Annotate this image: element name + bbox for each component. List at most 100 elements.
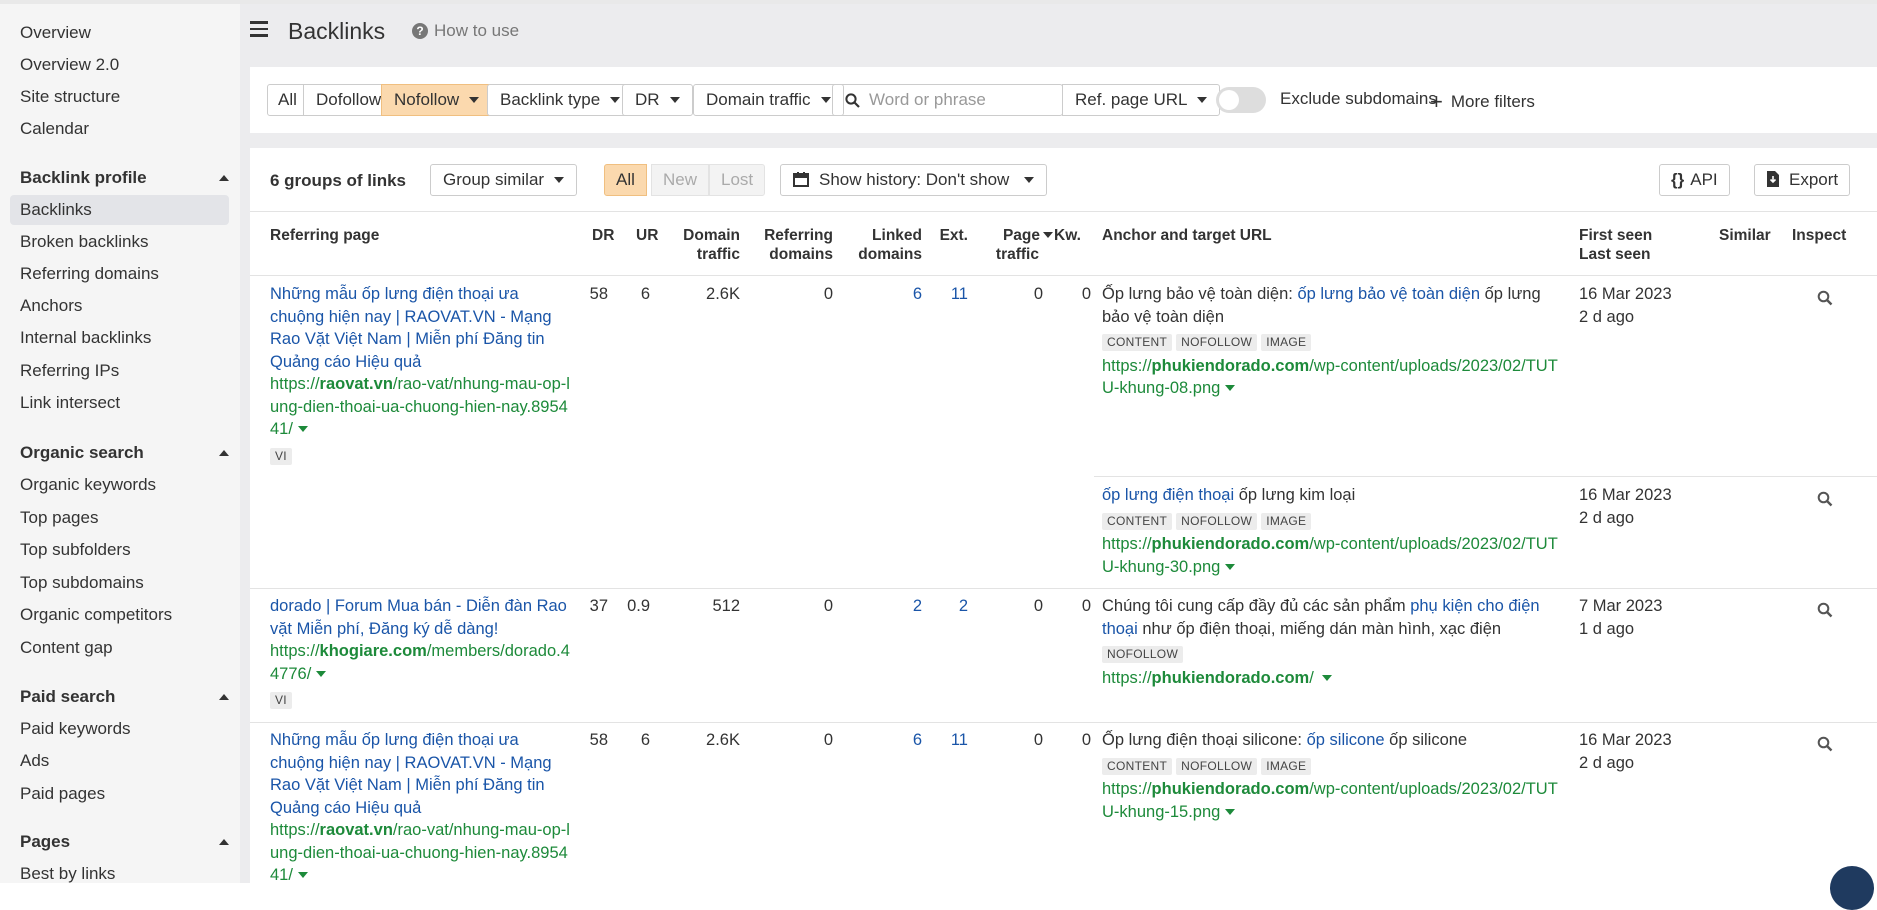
groups-count: 6 groups of links [270, 171, 407, 190]
tab-all[interactable]: All [604, 164, 647, 196]
sidebar-item-overview-2[interactable]: Overview 2.0 [10, 50, 229, 80]
filter-nofollow-dropdown[interactable]: Nofollow [381, 84, 493, 116]
sidebar-item-organic-keywords[interactable]: Organic keywords [10, 470, 229, 500]
chevron-down-icon[interactable] [1225, 563, 1236, 570]
table-row: Những mẫu ốp lưng điện thoại ưa chuộng h… [270, 283, 570, 466]
inspect-search-icon[interactable] [1817, 290, 1833, 306]
col-linked-domains[interactable]: Linked domains [830, 226, 922, 264]
menu-icon[interactable] [250, 21, 268, 37]
anchor-link[interactable]: ốp silicone [1307, 731, 1385, 749]
sidebar: Overview Overview 2.0 Site structure Cal… [0, 4, 240, 883]
chevron-down-icon[interactable] [297, 426, 308, 432]
sidebar-item-referring-ips[interactable]: Referring IPs [10, 356, 229, 386]
referring-page-title[interactable]: Những mẫu ốp lưng điện thoại ưa chuộng h… [270, 283, 570, 373]
domain-traffic-value: 2.6K [706, 285, 740, 303]
col-anchor[interactable]: Anchor and target URL [1102, 226, 1272, 245]
col-ur[interactable]: UR [636, 226, 658, 245]
sidebar-item-calendar[interactable]: Calendar [10, 114, 229, 144]
col-ext[interactable]: Ext. [920, 226, 968, 245]
referring-page-title[interactable]: Những mẫu ốp lưng điện thoại ưa chuộng h… [270, 729, 570, 819]
sidebar-item-paid-keywords[interactable]: Paid keywords [10, 714, 229, 744]
col-referring-page[interactable]: Referring page [270, 226, 379, 245]
how-to-use-link[interactable]: ? How to use [412, 21, 519, 41]
group-similar-dropdown[interactable]: Group similar [430, 164, 578, 196]
chat-widget-button[interactable] [1830, 866, 1874, 910]
ref-page-url-dropdown[interactable]: Ref. page URL [1062, 84, 1221, 116]
ur-value: 6 [640, 285, 650, 303]
col-first-seen: First seen [1579, 227, 1653, 244]
seen-cell: 16 Mar 2023 2 d ago [1579, 283, 1672, 328]
col-domain-traffic[interactable]: Domain traffic [660, 226, 740, 264]
domain-traffic-dropdown[interactable]: Domain traffic [693, 84, 844, 116]
sidebar-item-top-subfolders[interactable]: Top subfolders [10, 535, 229, 565]
export-button[interactable]: Export [1754, 164, 1851, 196]
referring-page-url[interactable]: https://raovat.vn/rao-vat/nhung-mau-op-l… [270, 373, 570, 441]
target-url[interactable]: https://phukiendorado.com/ [1102, 667, 1542, 690]
tab-new[interactable]: New [651, 164, 710, 196]
sidebar-item-site-structure[interactable]: Site structure [10, 82, 229, 112]
anchor-link[interactable]: ốp lưng điện thoại [1102, 486, 1234, 504]
show-history-dropdown[interactable]: Show history: Don't show [780, 164, 1048, 196]
sidebar-item-organic-competitors[interactable]: Organic competitors [10, 600, 229, 630]
search-input[interactable]: Word or phrase [832, 84, 1063, 116]
section-backlink-profile[interactable]: Backlink profile [20, 163, 229, 193]
col-first-last-seen[interactable]: First seen Last seen [1579, 226, 1652, 264]
sidebar-item-anchors[interactable]: Anchors [10, 291, 229, 321]
referring-page-url[interactable]: https://raovat.vn/rao-vat/nhung-mau-op-l… [270, 819, 570, 887]
inspect-search-icon[interactable] [1817, 602, 1833, 618]
inspect-search-icon[interactable] [1817, 491, 1833, 507]
sidebar-item-referring-domains[interactable]: Referring domains [10, 259, 229, 289]
col-similar[interactable]: Similar [1719, 226, 1771, 245]
tab-lost[interactable]: Lost [709, 164, 766, 196]
sidebar-item-link-intersect[interactable]: Link intersect [10, 388, 229, 418]
language-badge: VI [270, 692, 292, 709]
col-page-traffic[interactable]: Page traffic [993, 226, 1053, 264]
sidebar-item-top-subdomains[interactable]: Top subdomains [10, 568, 229, 598]
ext-value[interactable]: 2 [920, 595, 968, 618]
sidebar-item-paid-pages[interactable]: Paid pages [10, 779, 229, 809]
page-traffic-value: 0 [1033, 597, 1043, 615]
col-referring-domains[interactable]: Referring domains [730, 226, 833, 264]
chevron-down-icon[interactable] [316, 670, 327, 677]
url-domain: raovat.vn [319, 375, 393, 393]
anchor-cell: Ốp lưng điện thoại silicone: ốp silicone… [1102, 729, 1567, 823]
referring-page-url[interactable]: https://khogiare.com/members/dorado.4477… [270, 640, 570, 685]
inspect-search-icon[interactable] [1817, 736, 1833, 752]
tag-badge: NOFOLLOW [1176, 757, 1258, 775]
section-organic-search[interactable]: Organic search [20, 438, 229, 468]
ext-value[interactable]: 11 [920, 283, 968, 306]
col-dr[interactable]: DR [592, 226, 614, 245]
sidebar-item-overview[interactable]: Overview [10, 18, 229, 48]
chevron-down-icon[interactable] [297, 872, 308, 878]
exclude-subdomains-toggle[interactable] [1216, 87, 1266, 113]
ext-value[interactable]: 11 [920, 729, 968, 752]
linked-domains-value[interactable]: 6 [830, 729, 922, 752]
chevron-down-icon[interactable] [1225, 385, 1236, 391]
sidebar-item-ads[interactable]: Ads [10, 746, 229, 776]
sidebar-item-internal-backlinks[interactable]: Internal backlinks [10, 323, 229, 353]
backlink-type-dropdown[interactable]: Backlink type [487, 84, 634, 116]
anchor-text: Chúng tôi cung cấp đầy đủ các sản phẩm [1102, 597, 1411, 615]
referring-page-title[interactable]: dorado | Forum Mua bán - Diễn đàn Rao vặ… [270, 595, 570, 640]
dr-dropdown[interactable]: DR [622, 84, 693, 116]
chevron-down-icon[interactable] [1321, 674, 1332, 681]
target-url[interactable]: https://phukiendorado.com/wp-content/upl… [1102, 778, 1567, 823]
sidebar-item-backlinks[interactable]: Backlinks [10, 195, 229, 225]
col-inspect[interactable]: Inspect [1792, 226, 1846, 245]
more-filters-button[interactable]: + More filters [1430, 89, 1535, 115]
chevron-down-icon[interactable] [1225, 808, 1236, 815]
sidebar-item-top-pages[interactable]: Top pages [10, 503, 229, 533]
target-url[interactable]: https://phukiendorado.com/wp-content/upl… [1102, 533, 1567, 578]
filter-all-button[interactable]: All [267, 84, 308, 116]
section-paid-search[interactable]: Paid search [20, 682, 229, 712]
linked-domains-value[interactable]: 6 [830, 283, 922, 306]
sidebar-item-broken-backlinks[interactable]: Broken backlinks [10, 227, 229, 257]
col-kw[interactable]: Kw. [1054, 226, 1081, 245]
section-pages[interactable]: Pages [20, 827, 229, 857]
linked-domains-value[interactable]: 2 [830, 595, 922, 618]
sidebar-item-best-by-links[interactable]: Best by links [10, 859, 229, 889]
sidebar-item-content-gap[interactable]: Content gap [10, 633, 229, 663]
anchor-link[interactable]: ốp lưng bảo vệ toàn diện [1297, 285, 1480, 303]
target-url[interactable]: https://phukiendorado.com/wp-content/upl… [1102, 355, 1567, 400]
api-button[interactable]: {} API [1659, 164, 1730, 196]
